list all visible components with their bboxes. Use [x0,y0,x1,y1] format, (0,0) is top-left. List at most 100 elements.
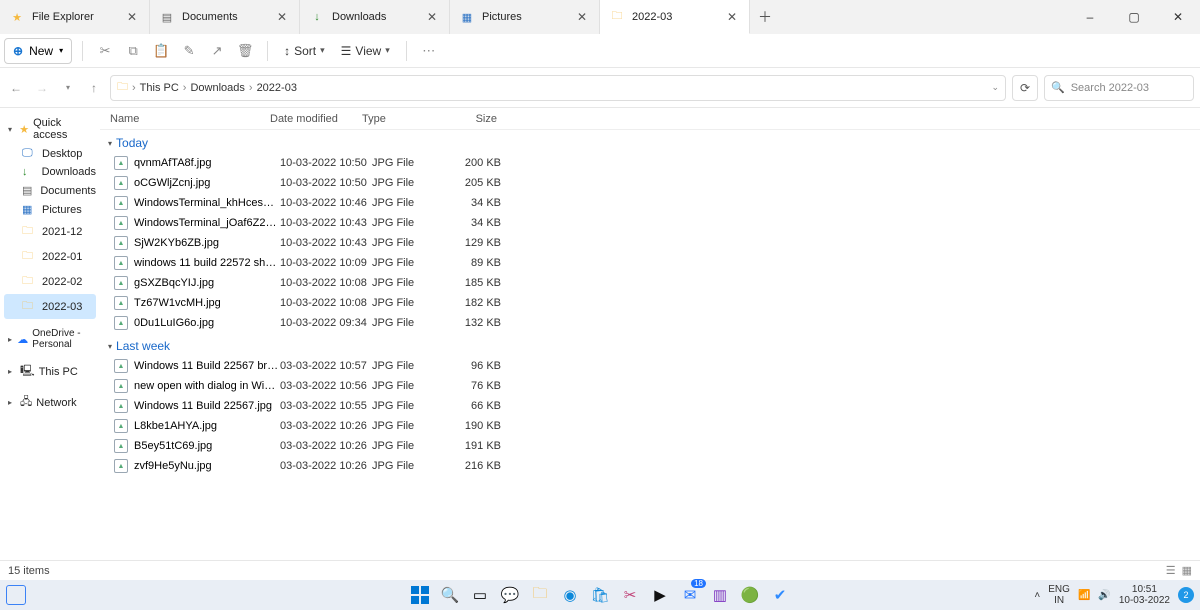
widgets-button[interactable] [6,585,26,605]
close-icon[interactable]: ✕ [573,10,591,24]
mail-icon[interactable]: ✉ [680,585,700,605]
file-row[interactable]: ▲WindowsTerminal_jOaf6Z2M1i.jpg10-03-202… [100,213,1200,233]
sidebar-item-network[interactable]: ▸ 🖧 Network [4,390,96,415]
start-button[interactable] [410,585,430,605]
new-tab-button[interactable]: ＋ [750,0,780,34]
close-icon[interactable]: ✕ [123,10,141,24]
column-size[interactable]: Size [437,113,497,125]
view-button[interactable]: ☰ View ▾ [335,38,396,64]
column-name[interactable]: Name [110,113,270,125]
paste-icon[interactable]: 📋 [149,39,173,63]
volume-icon[interactable]: 🔊 [1098,590,1110,601]
address-bar[interactable]: 🗀 › This PC › Downloads › 2022-03 ⌄ [110,75,1006,101]
back-button[interactable]: ← [6,78,26,98]
sidebar-item-documents[interactable]: ▤Documents [4,181,96,200]
group-header[interactable]: ▾Last week [100,333,1200,356]
icons-view-icon[interactable]: ▦ [1182,564,1192,577]
close-icon[interactable]: ✕ [273,10,291,24]
breadcrumb[interactable]: 2022-03 [257,82,297,94]
sidebar-item-this-pc[interactable]: ▸ 🖳 This PC [4,359,96,384]
file-row[interactable]: ▲Tz67W1vcMH.jpg10-03-2022 10:08JPG File1… [100,293,1200,313]
chevron-right-icon: › [183,82,187,94]
file-row[interactable]: ▲new open with dialog in Windows 11 Buil… [100,376,1200,396]
breadcrumb[interactable]: This PC [140,82,179,94]
maximize-button[interactable]: ▢ [1112,0,1156,34]
sidebar-item-2022-01[interactable]: 🗀2022-01 [4,244,96,269]
sidebar-item-quick-access[interactable]: ▾ ★ Quick access [4,114,96,144]
tab-documents[interactable]: ▤ Documents ✕ [150,0,300,34]
task-view-icon[interactable]: ▭ [470,585,490,605]
file-row[interactable]: ▲gSXZBqcYIJ.jpg10-03-2022 10:08JPG File1… [100,273,1200,293]
file-row[interactable]: ▲Windows 11 Build 22567.jpg03-03-2022 10… [100,396,1200,416]
copy-icon[interactable]: ⧉ [121,39,145,63]
sidebar-item-desktop[interactable]: 🖵Desktop [4,144,96,163]
column-date[interactable]: Date modified [270,113,362,125]
chevron-down-icon[interactable]: ⌄ [991,82,999,93]
wifi-icon[interactable]: 📶 [1078,590,1090,601]
file-type: JPG File [372,420,447,432]
file-row[interactable]: ▲0Du1LuIG6o.jpg10-03-2022 09:34JPG File1… [100,313,1200,333]
refresh-button[interactable]: ⟳ [1012,75,1038,101]
clock[interactable]: 10:51 10-03-2022 [1119,584,1170,606]
todo-icon[interactable]: ✔ [770,585,790,605]
image-file-icon: ▲ [114,399,128,413]
search-taskbar-icon[interactable]: 🔍 [440,585,460,605]
group-header[interactable]: ▾Today [100,130,1200,153]
file-row[interactable]: ▲windows 11 build 22572 show more opti..… [100,253,1200,273]
tab-label: Downloads [332,11,415,23]
file-row[interactable]: ▲oCGWljZcnj.jpg10-03-2022 10:50JPG File2… [100,173,1200,193]
column-type[interactable]: Type [362,113,437,125]
sidebar-item-2021-12[interactable]: 🗀2021-12 [4,219,96,244]
sidebar-item-2022-02[interactable]: 🗀2022-02 [4,269,96,294]
sidebar-item-2022-03[interactable]: 🗀2022-03 [4,294,96,319]
sidebar-item-pictures[interactable]: ▦Pictures [4,200,96,219]
file-row[interactable]: ▲B5ey51tC69.jpg03-03-2022 10:26JPG File1… [100,436,1200,456]
share-icon[interactable]: ↗ [205,39,229,63]
tab-pictures[interactable]: ▦ Pictures ✕ [450,0,600,34]
file-size: 129 KB [447,237,507,249]
image-file-icon: ▲ [114,216,128,230]
sidebar-item-onedrive[interactable]: ▸ ☁ OneDrive - Personal [4,325,96,353]
close-icon[interactable]: ✕ [723,10,741,24]
rename-icon[interactable]: ✎ [177,39,201,63]
forward-button[interactable]: → [32,78,52,98]
minimize-button[interactable]: – [1068,0,1112,34]
view-label: View [355,44,381,58]
media-player-icon[interactable]: ▶ [650,585,670,605]
show-hidden-icons[interactable]: ˄ [1034,590,1040,601]
chrome-icon[interactable]: 🟢 [740,585,760,605]
onenote-icon[interactable]: ▥ [710,585,730,605]
close-icon[interactable]: ✕ [423,10,441,24]
edge-icon[interactable]: ◉ [560,585,580,605]
file-row[interactable]: ▲WindowsTerminal_khHcesSYCB.jpg10-03-202… [100,193,1200,213]
tab-downloads[interactable]: ↓ Downloads ✕ [300,0,450,34]
file-type: JPG File [372,297,447,309]
language-indicator[interactable]: ENG IN [1048,584,1070,606]
cut-icon[interactable]: ✂ [93,39,117,63]
sort-button[interactable]: ↕ Sort ▾ [278,38,331,64]
snip-icon[interactable]: ✂ [620,585,640,605]
tab-file-explorer[interactable]: ★ File Explorer ✕ [0,0,150,34]
close-window-button[interactable]: ✕ [1156,0,1200,34]
recent-locations-button[interactable]: ▾ [58,78,78,98]
search-input[interactable]: 🔍 Search 2022-03 [1044,75,1194,101]
sidebar-item-downloads[interactable]: ↓Downloads [4,163,96,181]
file-row[interactable]: ▲L8kbe1AHYA.jpg03-03-2022 10:26JPG File1… [100,416,1200,436]
store-icon[interactable]: 🛍 [590,585,610,605]
file-size: 191 KB [447,440,507,452]
delete-icon[interactable]: 🗑 [233,39,257,63]
breadcrumb[interactable]: Downloads [190,82,244,94]
file-row[interactable]: ▲SjW2KYb6ZB.jpg10-03-2022 10:43JPG File1… [100,233,1200,253]
new-button[interactable]: ⊕ New ▾ [4,38,72,64]
up-button[interactable]: ↑ [84,78,104,98]
more-options-icon[interactable]: ⋯ [417,39,441,63]
details-view-icon[interactable]: ☰ [1166,564,1176,577]
notifications-button[interactable]: 2 [1178,587,1194,603]
file-row[interactable]: ▲qvnmAfTA8f.jpg10-03-2022 10:50JPG File2… [100,153,1200,173]
chat-icon[interactable]: 💬 [500,585,520,605]
file-explorer-taskbar-icon[interactable]: 🗀 [530,585,550,605]
file-row[interactable]: ▲Windows 11 Build 22567 brings a new op.… [100,356,1200,376]
file-row[interactable]: ▲zvf9He5yNu.jpg03-03-2022 10:26JPG File2… [100,456,1200,476]
file-date: 10-03-2022 10:08 [280,297,372,309]
tab-2022-03[interactable]: 🗀 2022-03 ✕ [600,0,750,34]
